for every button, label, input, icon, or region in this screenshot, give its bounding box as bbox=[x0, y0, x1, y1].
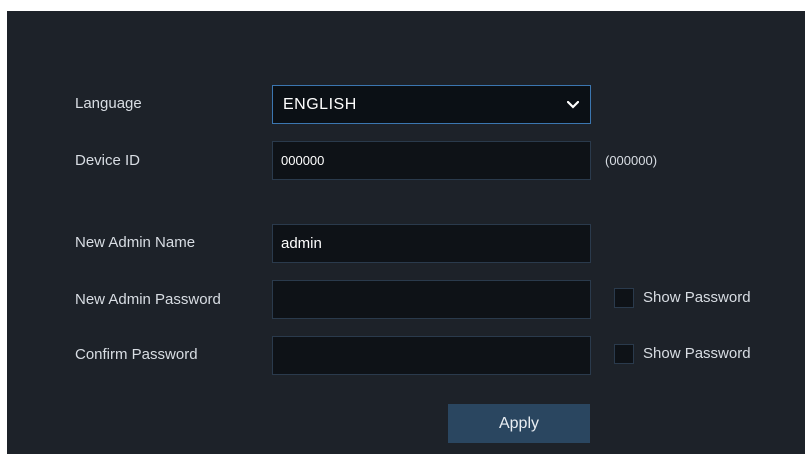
admin-password-input[interactable] bbox=[272, 280, 591, 319]
device-id-input[interactable] bbox=[272, 141, 591, 180]
device-id-label: Device ID bbox=[75, 152, 141, 169]
apply-button[interactable]: Apply bbox=[448, 404, 590, 443]
confirm-password-label: Confirm Password bbox=[75, 346, 198, 363]
admin-name-label: New Admin Name bbox=[75, 234, 196, 251]
language-select[interactable]: ENGLISH bbox=[272, 85, 591, 124]
show-confirm-password-toggle[interactable]: Show Password bbox=[614, 344, 751, 364]
show-password-toggle[interactable]: Show Password bbox=[614, 288, 751, 308]
admin-password-label: New Admin Password bbox=[75, 291, 221, 308]
admin-name-input[interactable] bbox=[272, 224, 591, 263]
language-select-value: ENGLISH bbox=[283, 95, 357, 113]
show-confirm-password-checkbox[interactable] bbox=[614, 344, 634, 364]
language-label: Language bbox=[75, 95, 142, 112]
chevron-down-icon bbox=[566, 98, 580, 112]
confirm-password-input[interactable] bbox=[272, 336, 591, 375]
show-confirm-password-label: Show Password bbox=[643, 345, 751, 362]
show-password-label: Show Password bbox=[643, 289, 751, 306]
device-id-hint: (000000) bbox=[605, 153, 658, 168]
show-password-checkbox[interactable] bbox=[614, 288, 634, 308]
